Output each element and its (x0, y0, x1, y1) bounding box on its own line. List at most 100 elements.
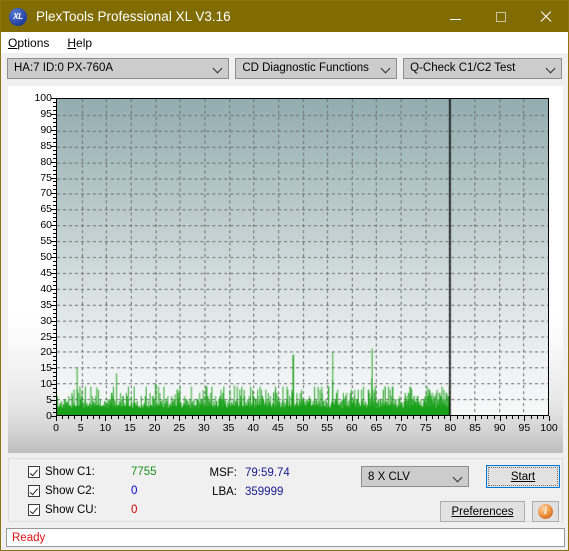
x-axis-tick-label: 40 (247, 422, 260, 434)
show-c2-row[interactable]: Show C2: 0 (28, 485, 137, 497)
x-axis-minor-tick (438, 416, 440, 419)
x-axis-minor-tick (191, 416, 193, 419)
show-c1-row[interactable]: Show C1: 7755 (28, 466, 157, 478)
x-axis-tick (105, 416, 107, 421)
x-axis-minor-tick (456, 416, 458, 419)
titlebar: XL PlexTools Professional XL V3.16 (1, 1, 568, 32)
x-axis-tick (450, 416, 452, 421)
x-axis-tick (228, 416, 230, 421)
x-axis-minor-tick (394, 416, 396, 419)
x-axis-minor-tick (68, 416, 70, 419)
maximize-button[interactable] (478, 1, 523, 32)
x-axis-minor-tick (518, 416, 520, 419)
x-axis-minor-tick (136, 416, 138, 419)
x-axis-tick (376, 416, 378, 421)
msf-value: 79:59.74 (245, 467, 290, 479)
x-axis-tick (401, 416, 403, 421)
x-axis-minor-tick (92, 416, 94, 419)
chevron-down-icon (214, 65, 222, 73)
x-axis-minor-tick (512, 416, 514, 419)
y-axis-tick-label: 30 (40, 314, 52, 327)
x-axis-minor-tick (123, 416, 125, 419)
x-axis-tick-label: 90 (493, 422, 506, 434)
x-axis-minor-tick (413, 416, 415, 419)
x-axis-tick-label: 35 (222, 422, 235, 434)
x-axis-minor-tick (240, 416, 242, 419)
x-axis-minor-tick (407, 416, 409, 419)
x-axis-minor-tick (388, 416, 390, 419)
show-cu-label: Show CU: (45, 504, 97, 516)
speed-select[interactable]: 8 X CLV (361, 466, 469, 487)
x-axis-minor-tick (265, 416, 267, 419)
x-axis-minor-tick (468, 416, 470, 419)
x-axis-minor-tick (339, 416, 341, 419)
close-button[interactable] (523, 1, 568, 32)
x-axis-minor-tick (166, 416, 168, 419)
x-axis-labels: 0 5 10 15 20 25 30 35 40 45 50 55 60 65 70 75 80 85 90 95 10… (53, 422, 558, 439)
y-axis-tick-label: 85 (40, 139, 52, 152)
show-cu-checkbox[interactable] (28, 504, 40, 516)
menu-item-help[interactable]: Help (67, 36, 92, 50)
x-axis-minor-tick (308, 416, 310, 419)
x-axis-minor-tick (160, 416, 162, 419)
y-axis-tick-label: 50 (40, 250, 52, 263)
y-axis-tick-label: 35 (40, 298, 52, 311)
lba-value: 359999 (245, 486, 284, 498)
x-axis-tick-label: 75 (419, 422, 432, 434)
menu-help-accel: H (67, 35, 77, 50)
show-cu-row[interactable]: Show CU: 0 (28, 504, 137, 516)
x-axis-minor-tick (333, 416, 335, 419)
x-axis-minor-tick (290, 416, 292, 419)
y-axis-tick-label: 55 (40, 234, 52, 247)
lba-row: LBA: 359999 (197, 486, 283, 498)
x-axis-minor-tick (86, 416, 88, 419)
chevron-down-icon (382, 65, 390, 73)
x-axis-minor-tick (481, 416, 483, 419)
minimize-icon (450, 19, 461, 20)
x-axis-tick-label: 30 (198, 422, 210, 434)
msf-row: MSF: 79:59.74 (197, 467, 290, 479)
app-window: XL PlexTools Professional XL V3.16 Optio… (0, 0, 569, 551)
x-axis-minor-tick (271, 416, 273, 419)
x-axis-minor-tick (142, 416, 144, 419)
c1-count-value: 7755 (131, 466, 157, 478)
menu-options-accel: O (8, 35, 18, 50)
x-axis-tick-label: 55 (321, 422, 333, 434)
preferences-button[interactable]: Preferences (440, 501, 525, 522)
menu-item-options[interactable]: Options (8, 36, 49, 50)
x-axis-tick-label: 100 (540, 422, 558, 434)
x-axis-minor-tick (314, 416, 316, 419)
x-axis-tick-label: 10 (99, 422, 112, 434)
info-button[interactable]: i (532, 501, 559, 522)
y-axis-tick-label: 70 (40, 187, 52, 200)
x-axis-tick (154, 416, 156, 421)
test-select[interactable]: Q-Check C1/C2 Test (403, 57, 562, 79)
function-select-value: CD Diagnostic Functions (242, 62, 369, 74)
maximize-icon (495, 11, 506, 22)
x-axis-tick-label: 85 (469, 422, 481, 434)
x-axis-minor-tick (148, 416, 150, 419)
controls-group: Show C1: 7755 Show C2: 0 Show CU: 0 MSF:… (8, 458, 563, 522)
y-axis-tick-label: 90 (40, 123, 52, 136)
status-text: Ready (12, 531, 46, 544)
x-axis-tick (277, 416, 279, 421)
x-axis-tick-label: 80 (444, 422, 457, 434)
preferences-button-label: Preferences (451, 505, 514, 518)
minimize-button[interactable] (433, 1, 478, 32)
x-axis-minor-tick (234, 416, 236, 419)
y-axis-tick-label: 15 (40, 362, 52, 375)
x-axis-minor-tick (185, 416, 187, 419)
start-button[interactable]: Start (486, 465, 560, 488)
y-axis-tick-label: 80 (40, 155, 52, 168)
show-c2-checkbox[interactable] (28, 485, 40, 497)
x-axis-minor-tick (247, 416, 249, 419)
drive-select[interactable]: HA:7 ID:0 PX-760A (7, 57, 230, 79)
show-c1-checkbox[interactable] (28, 466, 40, 478)
y-axis-labels: 0 5 10 15 20 25 30 35 40 45 50 55 60 65 70 75 80 85 90 95 10… (8, 93, 52, 421)
x-axis-minor-tick (74, 416, 76, 419)
x-axis-tick-label: 20 (148, 422, 161, 434)
lba-label: LBA: (212, 486, 237, 498)
function-select[interactable]: CD Diagnostic Functions (235, 57, 398, 79)
menubar: Options Help (1, 32, 568, 53)
x-axis-tick (203, 416, 205, 421)
